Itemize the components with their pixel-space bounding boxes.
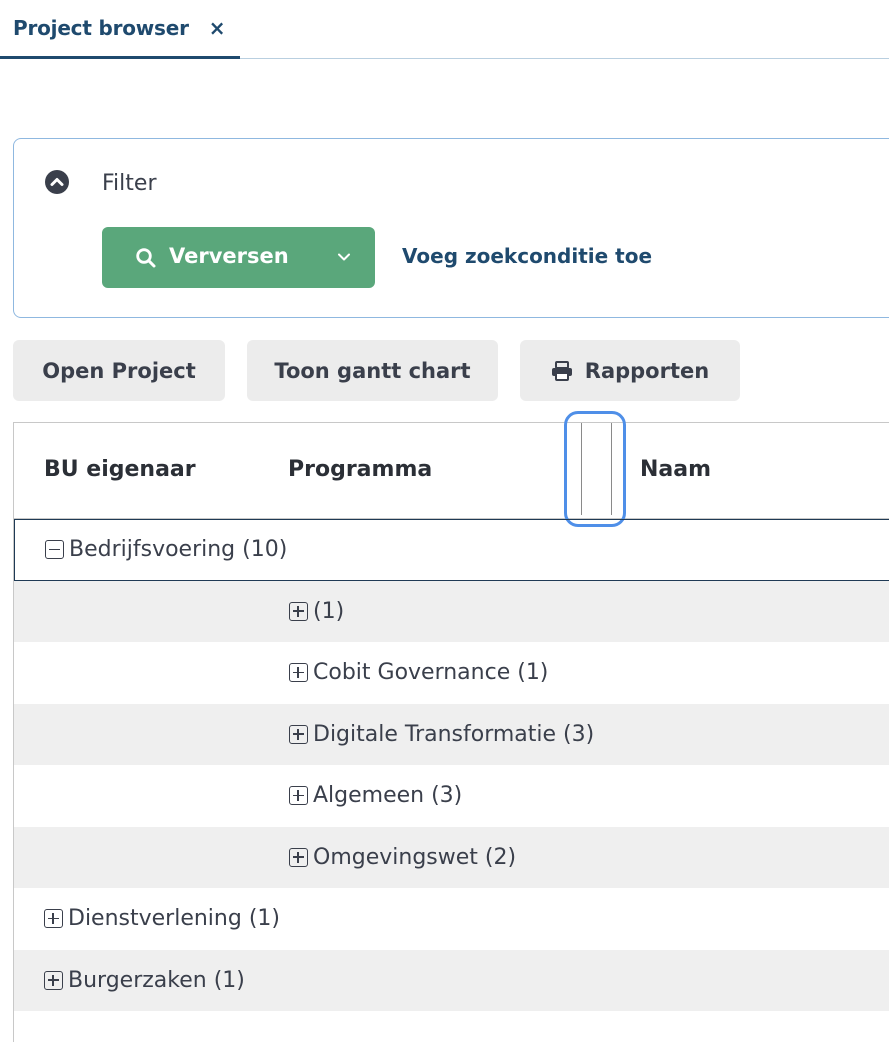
group-label: Algemeen (3)	[313, 783, 463, 809]
table-row[interactable]: Digitale Transformatie (3)	[14, 703, 889, 765]
table-row[interactable]: Burgerzaken (1)	[14, 949, 889, 1011]
column-header-name[interactable]: Naam	[640, 457, 711, 482]
close-icon[interactable]: ×	[209, 16, 226, 40]
group-label: (1)	[313, 598, 345, 624]
table-row[interactable]: Bedrijfsvoering (10)	[14, 519, 889, 581]
column-resize-handle[interactable]	[564, 411, 626, 527]
table-row[interactable]: Cobit Governance (1)	[14, 642, 889, 704]
filter-panel: Filter Verversen Voeg zoekconditie toe	[13, 138, 889, 318]
refresh-button[interactable]: Verversen	[102, 227, 375, 288]
chevron-up-circle-icon[interactable]	[45, 170, 69, 194]
group-label: Dienstverlening (1)	[68, 906, 280, 932]
open-project-button[interactable]: Open Project	[13, 340, 225, 401]
grid-rows: Bedrijfsvoering (10) (1) Cobit Governanc…	[14, 519, 889, 1011]
project-grid: BU eigenaar Programma Naam Bedrijfsvoeri…	[13, 411, 889, 1042]
filter-label: Filter	[102, 171, 157, 196]
plus-square-icon[interactable]	[289, 601, 308, 621]
tab-bar: Project browser ×	[0, 0, 889, 59]
add-search-condition-link[interactable]: Voeg zoekconditie toe	[402, 244, 652, 268]
group-label: Bedrijfsvoering (10)	[69, 537, 288, 563]
table-row[interactable]: Algemeen (3)	[14, 765, 889, 827]
grid-header: BU eigenaar Programma Naam	[14, 411, 889, 527]
plus-square-icon[interactable]	[44, 970, 63, 990]
table-row[interactable]: Dienstverlening (1)	[14, 888, 889, 950]
column-header-program[interactable]: Programma	[288, 457, 432, 482]
column-header-bu-owner[interactable]: BU eigenaar	[44, 457, 196, 482]
tab-project-browser[interactable]: Project browser ×	[0, 0, 240, 59]
open-project-label: Open Project	[42, 358, 196, 383]
search-icon	[136, 248, 156, 268]
plus-square-icon[interactable]	[289, 724, 308, 744]
refresh-label: Verversen	[169, 244, 289, 268]
group-label: Cobit Governance (1)	[313, 660, 549, 686]
chevron-down-icon[interactable]	[337, 251, 351, 263]
tab-label: Project browser	[13, 16, 189, 40]
group-label: Burgerzaken (1)	[68, 967, 245, 993]
printer-icon	[551, 360, 572, 381]
plus-square-icon[interactable]	[44, 909, 63, 929]
plus-square-icon[interactable]	[289, 786, 308, 806]
minus-square-icon[interactable]	[45, 540, 64, 560]
group-label: Digitale Transformatie (3)	[313, 721, 595, 747]
group-label: Omgevingswet (2)	[313, 844, 517, 870]
table-row[interactable]: Omgevingswet (2)	[14, 826, 889, 888]
reports-button[interactable]: Rapporten	[520, 340, 740, 401]
show-gantt-chart-button[interactable]: Toon gantt chart	[247, 340, 498, 401]
show-gantt-chart-label: Toon gantt chart	[274, 358, 471, 383]
plus-square-icon[interactable]	[289, 847, 308, 867]
table-row[interactable]: (1)	[14, 580, 889, 642]
reports-label: Rapporten	[584, 358, 710, 383]
plus-square-icon[interactable]	[289, 663, 308, 683]
